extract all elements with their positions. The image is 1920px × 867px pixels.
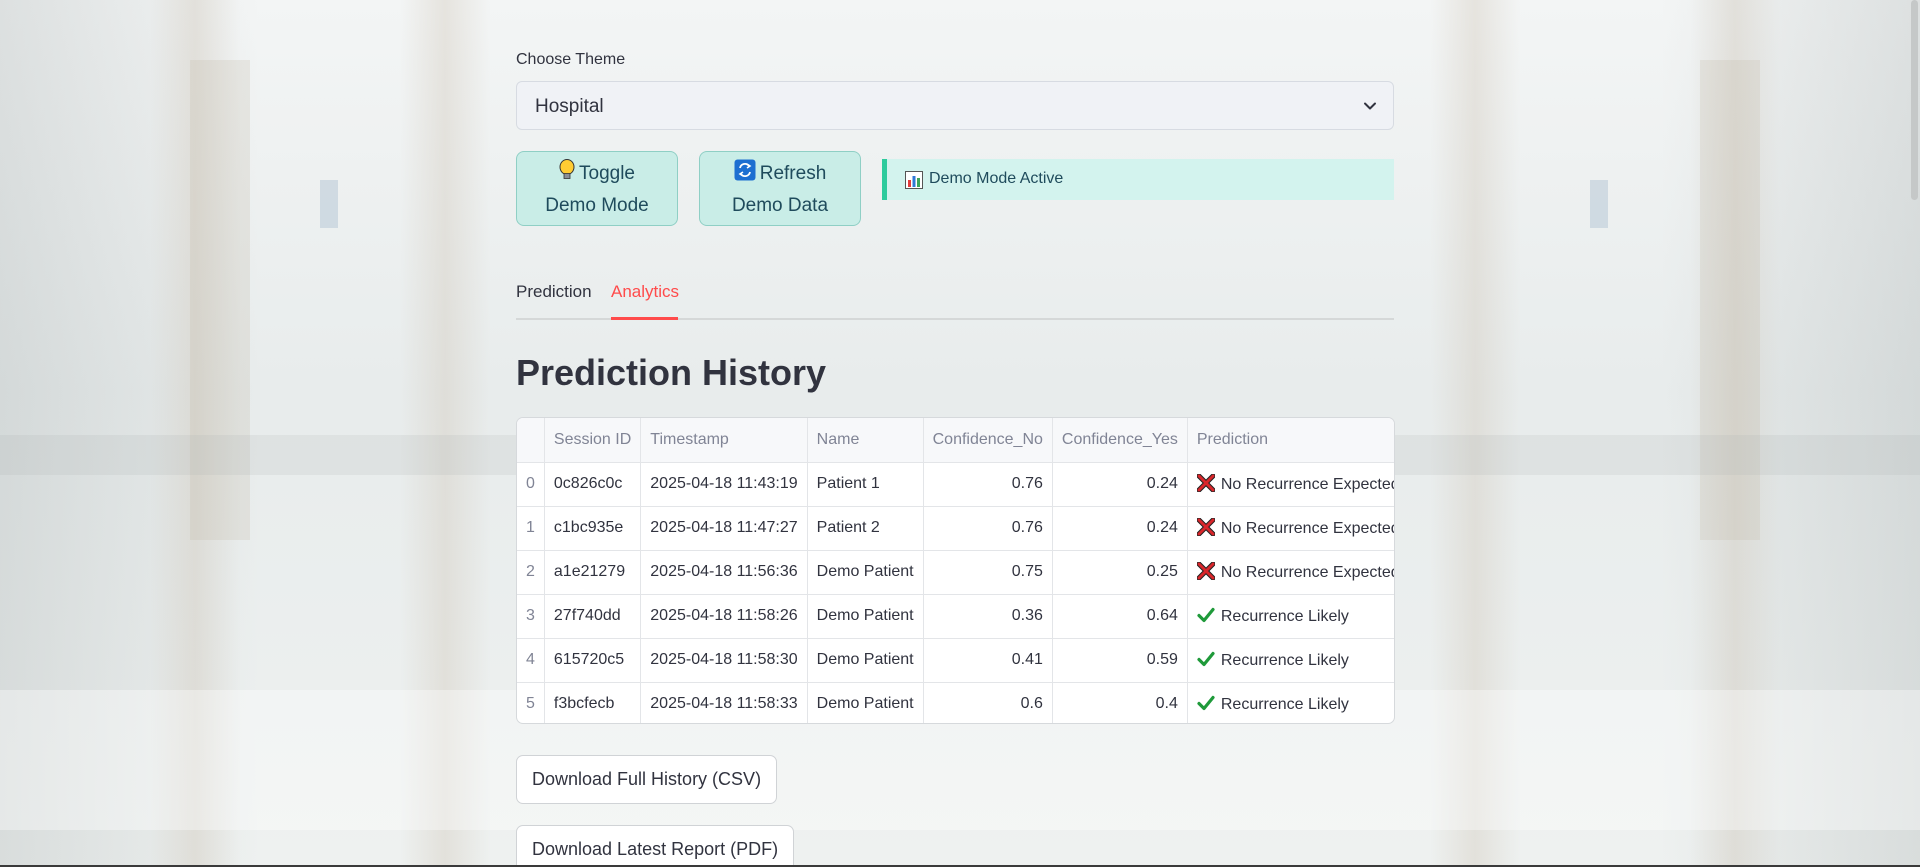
- cell-prediction[interactable]: Recurrence Likely: [1187, 638, 1394, 683]
- cell-prediction[interactable]: Recurrence Likely: [1187, 594, 1394, 639]
- table-row[interactable]: 0 0c826c0c 2025-04-18 11:43:19 Patient 1 0.7…: [517, 462, 1395, 507]
- page-scrollbar[interactable]: [1911, 0, 1918, 200]
- cell-confidence-yes[interactable]: 0.4: [1052, 682, 1188, 723]
- cell-prediction[interactable]: No Recurrence Expected: [1187, 506, 1395, 551]
- cell-session-id[interactable]: 27f740dd: [544, 594, 642, 639]
- chevron-down-icon: [1364, 102, 1376, 110]
- cell-session-id[interactable]: 0c826c0c: [544, 462, 642, 507]
- lightbulb-icon: [559, 159, 575, 179]
- cross-icon: [1196, 474, 1215, 492]
- cell-index[interactable]: 2: [517, 550, 545, 595]
- cell-name[interactable]: Demo Patient: [807, 594, 924, 639]
- download-csv-button[interactable]: Download Full History (CSV): [516, 755, 778, 804]
- demo-mode-alert-text: Demo Mode Active: [929, 170, 1064, 187]
- toggle-demo-label-line1: Toggle: [579, 163, 635, 184]
- bar-chart-icon: [905, 171, 923, 189]
- prediction-text: Recurrence Likely: [1220, 608, 1349, 625]
- toggle-demo-mode-button[interactable]: Toggle Demo Mode: [516, 151, 678, 226]
- theme-select-value: Hospital: [535, 96, 604, 117]
- column-header-confidence-yes[interactable]: Confidence_Yes: [1052, 418, 1188, 463]
- refresh-demo-data-button[interactable]: Refresh Demo Data: [699, 151, 861, 226]
- prediction-text: Recurrence Likely: [1220, 696, 1349, 714]
- table-row[interactable]: 3 27f740dd 2025-04-18 11:58:26 Demo Patient…: [517, 594, 1394, 639]
- cell-confidence-yes[interactable]: 0.24: [1052, 506, 1188, 551]
- refresh-demo-label-line1: Refresh: [759, 163, 827, 184]
- cell-name[interactable]: Demo Patient: [807, 638, 924, 683]
- cell-session-id[interactable]: c1bc935e: [544, 506, 642, 551]
- column-header-confidence-no[interactable]: Confidence_No: [923, 418, 1053, 463]
- refresh-demo-label-line2: Demo Data: [731, 195, 829, 216]
- cell-timestamp[interactable]: 2025-04-18 11:43:19: [640, 462, 808, 507]
- tab-bar: Prediction Analytics: [516, 280, 1394, 320]
- cell-confidence-no[interactable]: 0.75: [923, 550, 1053, 595]
- tab-prediction[interactable]: Prediction: [516, 282, 592, 302]
- cell-timestamp[interactable]: 2025-04-18 11:56:36: [640, 550, 808, 595]
- cell-timestamp[interactable]: 2025-04-18 11:58:30: [640, 638, 808, 683]
- download-pdf-button[interactable]: Download Latest Report (PDF): [516, 825, 795, 867]
- cell-session-id[interactable]: 615720c5: [544, 638, 642, 683]
- cell-confidence-no[interactable]: 0.36: [923, 594, 1053, 639]
- cell-confidence-no[interactable]: 0.76: [923, 462, 1053, 507]
- cell-confidence-yes[interactable]: 0.64: [1052, 594, 1188, 639]
- table-row[interactable]: 1 c1bc935e 2025-04-18 11:47:27 Patient 2 0.7…: [517, 506, 1395, 551]
- cell-confidence-no[interactable]: 0.41: [923, 638, 1053, 683]
- cell-confidence-no[interactable]: 0.6: [923, 682, 1053, 723]
- column-header-index[interactable]: [517, 418, 545, 463]
- cross-icon: [1196, 518, 1215, 536]
- cell-confidence-yes[interactable]: 0.25: [1052, 550, 1188, 595]
- cell-name[interactable]: Demo Patient: [807, 682, 924, 723]
- cell-prediction[interactable]: Recurrence Likely: [1187, 682, 1394, 723]
- cell-index[interactable]: 0: [517, 462, 545, 507]
- cell-session-id[interactable]: f3bcfecb: [544, 682, 642, 723]
- prediction-text: No Recurrence Expected: [1220, 520, 1395, 537]
- prediction-text: No Recurrence Expected: [1220, 564, 1395, 581]
- cell-prediction[interactable]: No Recurrence Expected: [1187, 550, 1395, 595]
- theme-select[interactable]: Hospital: [516, 81, 1394, 130]
- theme-label: Choose Theme: [516, 51, 626, 68]
- cell-timestamp[interactable]: 2025-04-18 11:58:26: [640, 594, 808, 639]
- page-title: Prediction History: [516, 352, 827, 393]
- column-header-prediction[interactable]: Prediction: [1187, 418, 1394, 463]
- cell-confidence-yes[interactable]: 0.24: [1052, 462, 1188, 507]
- cell-timestamp[interactable]: 2025-04-18 11:58:33: [640, 682, 808, 723]
- cross-icon: [1196, 562, 1215, 580]
- cell-confidence-no[interactable]: 0.76: [923, 506, 1053, 551]
- column-header-session-id[interactable]: Session ID: [544, 418, 642, 463]
- cell-index[interactable]: 5: [517, 682, 545, 723]
- cell-prediction[interactable]: No Recurrence Expected: [1187, 462, 1395, 507]
- check-icon: [1197, 607, 1215, 623]
- cell-index[interactable]: 3: [517, 594, 545, 639]
- check-icon: [1197, 651, 1215, 667]
- column-header-timestamp[interactable]: Timestamp: [640, 418, 808, 463]
- background-sign: [1590, 180, 1608, 228]
- cell-index[interactable]: 1: [517, 506, 545, 551]
- cell-name[interactable]: Demo Patient: [807, 550, 924, 595]
- background-sign: [320, 180, 338, 228]
- column-header-name[interactable]: Name: [807, 418, 924, 463]
- prediction-history-table[interactable]: Session ID Timestamp Name Confidence_No …: [516, 417, 1395, 724]
- table-header-row: Session ID Timestamp Name Confidence_No …: [517, 418, 1394, 463]
- table-row[interactable]: 2 a1e21279 2025-04-18 11:56:36 Demo Patient…: [517, 550, 1395, 595]
- cell-name[interactable]: Patient 2: [807, 506, 924, 551]
- check-icon: [1197, 696, 1215, 711]
- cell-confidence-yes[interactable]: 0.59: [1052, 638, 1188, 683]
- table-row[interactable]: 4 615720c5 2025-04-18 11:58:30 Demo Patient…: [517, 638, 1394, 683]
- prediction-text: No Recurrence Expected: [1220, 476, 1395, 493]
- tab-analytics[interactable]: Analytics: [611, 282, 679, 302]
- prediction-text: Recurrence Likely: [1220, 652, 1349, 669]
- table-row[interactable]: 5 f3bcfecb 2025-04-18 11:58:33 Demo Patient…: [517, 682, 1394, 723]
- refresh-icon: [734, 159, 756, 181]
- demo-mode-alert: Demo Mode Active: [882, 159, 1394, 200]
- active-tab-indicator: [611, 317, 678, 320]
- cell-session-id[interactable]: a1e21279: [544, 550, 642, 595]
- cell-name[interactable]: Patient 1: [807, 462, 924, 507]
- cell-index[interactable]: 4: [517, 638, 545, 683]
- toggle-demo-label-line2: Demo Mode: [545, 195, 649, 216]
- cell-timestamp[interactable]: 2025-04-18 11:47:27: [640, 506, 808, 551]
